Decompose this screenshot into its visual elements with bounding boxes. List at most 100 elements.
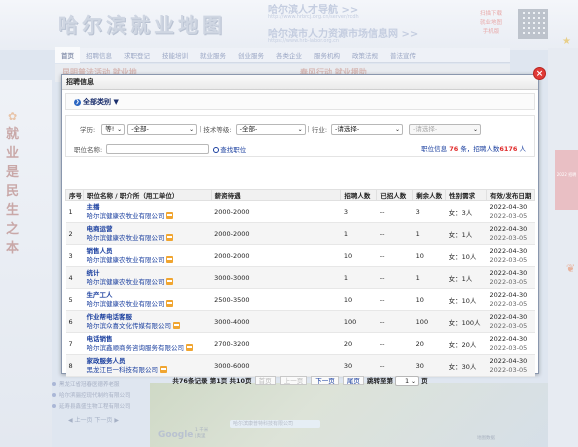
table-row[interactable]: 5 生产工人 哈尔滨健康农牧业有限公司 2500-3500 10 -- 10 女：10人 202…: [65, 288, 535, 311]
job-title-link[interactable]: 电商运营: [86, 225, 211, 234]
nav-home[interactable]: 首页: [55, 47, 80, 63]
first-page-button[interactable]: 首页: [254, 376, 276, 385]
list-pager[interactable]: ◀ 上一页 下一页 ▶: [68, 415, 119, 424]
table-row[interactable]: 1 主播 哈尔滨健康农牧业有限公司 2000-2000 3 -- 3 女：3人 2022-04-…: [65, 200, 535, 223]
site-logo[interactable]: 哈尔滨就业地图: [58, 9, 226, 38]
salary-cell: 3000-4000: [211, 310, 341, 333]
row-number: 7: [65, 332, 84, 355]
job-title-link[interactable]: 主播: [86, 203, 211, 212]
map-brand: Google: [158, 430, 194, 440]
valid-date: 2022-04-30: [489, 334, 528, 343]
nav-startup[interactable]: 创业服务: [232, 50, 270, 60]
nav-agencies[interactable]: 服务机构: [308, 50, 346, 60]
job-title-link[interactable]: 生产工人: [86, 291, 211, 300]
salary-cell: 2500-3500: [211, 288, 341, 311]
date-cell: 2022-04-30 2022-03-05: [486, 332, 535, 355]
job-title-link[interactable]: 电话销售: [86, 335, 211, 344]
hire-count-cell: 3: [340, 200, 377, 223]
gender-cell: 女：10人: [445, 244, 487, 267]
table-row[interactable]: 6 作业帮电话客服 哈尔滨众喜文化传媒有限公司 3000-4000 100 -- 100 女：…: [65, 310, 535, 333]
prev-page-button[interactable]: 上一页: [279, 376, 308, 385]
row-number: 3: [65, 244, 84, 267]
company-link[interactable]: 哈尔滨健康农牧业有限公司: [86, 234, 164, 243]
nav-enterprises[interactable]: 各类企业: [270, 50, 308, 60]
nav-policy[interactable]: 政策法规: [346, 50, 384, 60]
table-row[interactable]: 2 电商运营 哈尔滨健康农牧业有限公司 2000-2000 1 -- 1 女：1人 2022-0…: [65, 222, 535, 245]
search-jobs-button[interactable]: 查找职位: [213, 144, 246, 154]
chevron-down-icon: ⌄: [189, 125, 195, 133]
job-cell: 电商运营 哈尔滨健康农牧业有限公司: [83, 222, 212, 245]
map-scale: 1 千米 |奥里: [195, 428, 209, 439]
date-cell: 2022-04-30 2022-03-05: [486, 200, 535, 223]
company-link[interactable]: 黑龙江巨一科技有限公司: [86, 366, 158, 375]
sub-industry-select[interactable]: -请选择- ⌄: [409, 123, 482, 135]
filter-row-2: 职位名称: 查找职位: [74, 142, 246, 156]
skill-level-select[interactable]: -全部- ⌄: [235, 123, 306, 135]
next-page-button[interactable]: 下一页: [311, 376, 339, 385]
job-title-link[interactable]: 家政服务人员: [86, 357, 211, 366]
job-title-link[interactable]: 统计: [86, 269, 211, 278]
map-marker-label[interactable]: 哈尔滨康普特科技有限公司: [230, 420, 320, 428]
table-row[interactable]: 4 统计 哈尔滨健康农牧业有限公司 3000-3000 1 -- 1 女：1人 2022-04-…: [65, 266, 535, 289]
nav-law[interactable]: 普法宣传: [384, 50, 422, 60]
close-icon[interactable]: ×: [533, 67, 546, 80]
row-number: 8: [65, 354, 84, 377]
nav-employ-service[interactable]: 就业服务: [194, 50, 232, 60]
promo-banner[interactable]: 2022 招聘: [555, 150, 578, 210]
company-link[interactable]: 哈尔滨众喜文化传媒有限公司: [86, 322, 171, 331]
company-link[interactable]: 哈尔滨健康农牧业有限公司: [86, 300, 164, 309]
publish-date: 2022-03-05: [489, 277, 528, 286]
date-cell: 2022-04-30 2022-03-05: [486, 222, 535, 245]
right-banner: [548, 48, 578, 447]
education-select[interactable]: -全部- ⌄: [127, 123, 198, 135]
nav-training[interactable]: 技能培训: [156, 50, 194, 60]
remaining-count-cell: 100: [412, 310, 446, 333]
publish-date: 2022-03-05: [489, 255, 528, 264]
publish-date: 2022-03-05: [489, 299, 528, 308]
company-link[interactable]: 哈尔滨健康农牧业有限公司: [86, 256, 164, 265]
gender-cell: 女：100人: [445, 310, 487, 333]
map-data-label: 地图数据: [477, 436, 495, 441]
company-link[interactable]: 哈尔滨健康农牧业有限公司: [86, 212, 164, 221]
enterprise-badge-icon: [159, 366, 167, 373]
job-title-link[interactable]: 作业帮电话客服: [86, 313, 211, 322]
hire-count-cell: 100: [340, 310, 377, 333]
industry-select[interactable]: -请选择- ⌄: [331, 123, 404, 135]
gender-cell: 女：1人: [445, 222, 487, 245]
enterprise-badge-icon: [166, 300, 174, 307]
page-jump-select[interactable]: 1 ⌄: [395, 376, 420, 386]
salary-cell: 2000-2000: [211, 244, 341, 267]
nav-recruit[interactable]: 招聘信息: [80, 50, 118, 60]
valid-date: 2022-04-30: [489, 224, 528, 233]
remaining-count-cell: 10: [412, 244, 446, 267]
table-row[interactable]: 7 电话销售 哈尔滨鑫顺商务咨询服务有限公司 2700-3200 20 -- 20 女：20人…: [65, 332, 535, 355]
table-row[interactable]: 3 销售人员 哈尔滨健康农牧业有限公司 2000-2000 10 -- 10 女：10人 202…: [65, 244, 535, 267]
category-selector[interactable]: ❯ 全部类别 ▼: [65, 93, 535, 110]
publish-date: 2022-03-05: [489, 233, 528, 242]
pager-summary: 共76条记录 第1页 共10页: [172, 377, 252, 385]
job-stats: 职位信息 76 条，招聘人数6176 人: [421, 145, 526, 153]
valid-date: 2022-04-30: [489, 290, 528, 299]
chevron-down-icon: ⌄: [472, 125, 479, 133]
company-link[interactable]: 哈尔滨健康农牧业有限公司: [86, 278, 164, 287]
table-pager: 共76条记录 第1页 共10页 首页 上一页 下一页 尾页 跳转至第 1 ⌄ 页: [65, 375, 535, 386]
nav-jobseek[interactable]: 求职登记: [118, 50, 156, 60]
company-link[interactable]: 延寿县鑫盛生物工程有限公司: [52, 402, 152, 413]
education-label: 学历:: [80, 126, 96, 134]
education-compare-select[interactable]: 等! ⌄: [101, 123, 126, 135]
filter-row-1: 学历: 等! ⌄ -全部- ⌄ | 技术等级: -全部- ⌄ | 行业: -请选择- ⌄…: [80, 122, 482, 136]
company-link[interactable]: 哈尔滨鑫顺商务咨询服务有限公司: [86, 344, 184, 353]
table-row[interactable]: 8 家政服务人员 黑龙江巨一科技有限公司 3000-6000 30 -- 30 女：30人 20…: [65, 354, 535, 377]
job-name-input[interactable]: [106, 144, 210, 154]
hire-count-cell: 1: [340, 266, 377, 289]
hire-count-cell: 1: [340, 222, 377, 245]
job-count: 76: [449, 145, 459, 153]
date-cell: 2022-04-30 2022-03-05: [486, 310, 535, 333]
skill-level-label: 技术等级:: [203, 126, 232, 134]
last-page-button[interactable]: 尾页: [342, 376, 364, 385]
salary-cell: 3000-3000: [211, 266, 341, 289]
remaining-count-cell: 30: [412, 354, 446, 377]
job-cell: 家政服务人员 黑龙江巨一科技有限公司: [83, 354, 212, 377]
company-link[interactable]: 哈尔滨骊控现代制约有限公司: [52, 391, 152, 402]
job-title-link[interactable]: 销售人员: [86, 247, 211, 256]
